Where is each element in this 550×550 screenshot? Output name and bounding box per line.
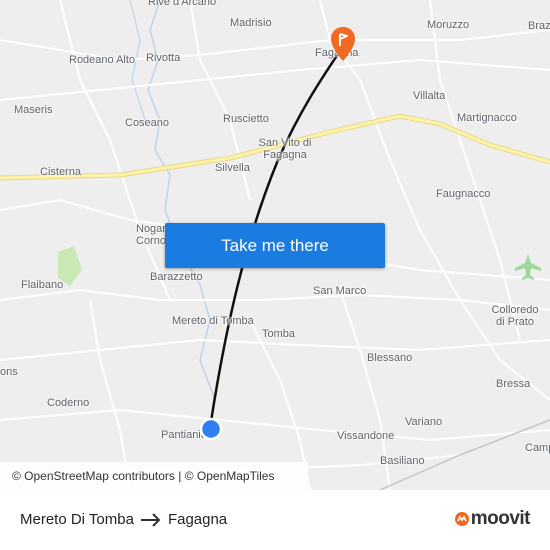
place-label: Cisterna <box>40 166 81 178</box>
place-label: Moruzzo <box>427 19 470 31</box>
place-label: Silvella <box>215 162 250 174</box>
place-label: Colloredo di Prato <box>491 304 539 328</box>
place-label: Basiliano <box>380 455 425 467</box>
map[interactable]: Rive d'Arcano Madrisio Moruzzo Brazz Rod… <box>0 0 550 490</box>
place-label: Camp <box>525 442 550 454</box>
place-label: Rivotta <box>146 52 181 64</box>
airport-icon <box>515 254 541 280</box>
place-label: Blessano <box>367 352 413 364</box>
take-me-there-button[interactable]: Take me there <box>165 223 385 268</box>
place-label: Rodeano Alto <box>69 54 136 66</box>
place-label: Rive d'Arcano <box>148 0 217 8</box>
place-label: Ruscietto <box>223 113 269 125</box>
route-summary: Mereto Di Tomba Fagagna <box>20 511 227 528</box>
place-label: San Vito di Fagagna <box>258 137 312 161</box>
place-label: Coseano <box>125 117 170 129</box>
place-label: San Marco <box>313 285 367 297</box>
place-label: Mereto di Tomba <box>172 315 254 327</box>
place-label: Bressa <box>496 378 531 390</box>
moovit-logo-icon <box>454 512 469 526</box>
destination-name: Fagagna <box>167 511 228 528</box>
place-label: Maseris <box>14 104 53 116</box>
place-label: Madrisio <box>230 17 272 29</box>
place-label: ons <box>0 366 18 378</box>
place-label: Coderno <box>47 397 90 409</box>
origin-name: Mereto Di Tomba <box>20 511 134 528</box>
place-label: Vissandone <box>337 430 395 442</box>
moovit-logo: moovit <box>454 508 531 530</box>
place-label: Brazz <box>528 20 550 32</box>
arrow-right-icon <box>140 512 161 527</box>
destination-pin-icon[interactable] <box>331 27 355 61</box>
place-label: Variano <box>405 416 443 428</box>
brand-name: moovit <box>470 508 531 529</box>
place-label: Barazzetto <box>150 271 203 283</box>
origin-dot-icon[interactable] <box>199 417 223 441</box>
place-label: Villalta <box>413 90 446 102</box>
place-label: Martignacco <box>457 112 517 124</box>
place-label: Faugnacco <box>436 188 491 200</box>
place-label: Tomba <box>262 328 296 340</box>
map-attribution: © OpenStreetMap contributors | © OpenMap… <box>0 462 308 490</box>
place-label: Flaibano <box>21 279 64 291</box>
